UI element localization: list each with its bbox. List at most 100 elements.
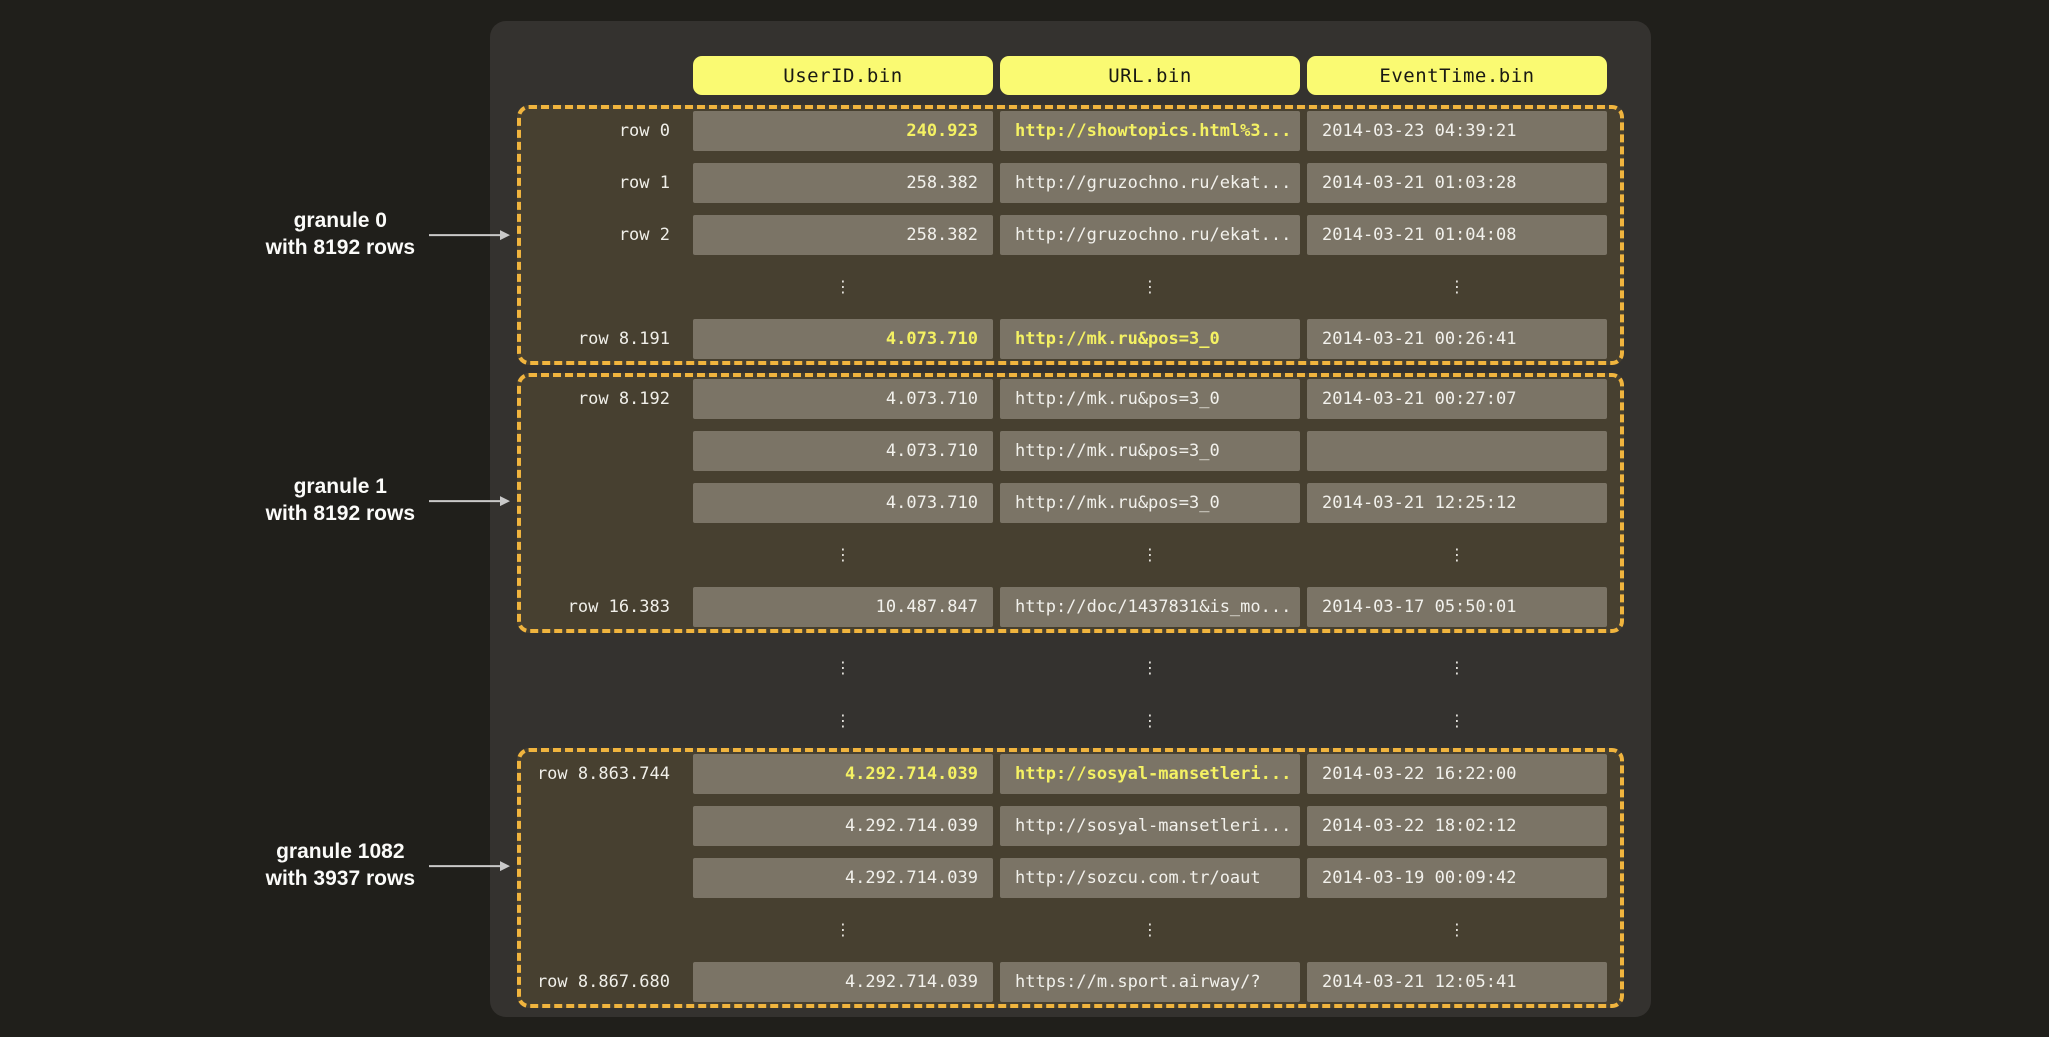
row-label: row 2 (521, 215, 686, 255)
row-label (521, 858, 686, 898)
column-header-url: URL.bin (1000, 56, 1300, 95)
column-header-userid: UserID.bin (693, 56, 993, 95)
cell-userid: 10.487.847 (693, 587, 993, 627)
ellipsis-row: ⋮ ⋮ ⋮ (521, 267, 1620, 307)
granule-1082-caption: granule 1082 with 3937 rows (266, 839, 415, 893)
cell-userid: 4.073.710 (693, 379, 993, 419)
granule-size: with 8192 rows (266, 501, 415, 528)
cell-url: http://mk.ru&pos=3_0 (1000, 431, 1300, 471)
cell-eventtime: 2014-03-21 01:03:28 (1307, 163, 1607, 203)
cell-url: http://mk.ru&pos=3_0 (1000, 483, 1300, 523)
ellipsis-icon: ⋮ (693, 701, 993, 741)
row-label: row 8.863.744 (521, 754, 686, 794)
row-label (521, 535, 686, 575)
row-label: row 8.191 (521, 319, 686, 359)
ellipsis-icon: ⋮ (1307, 910, 1607, 950)
panel-content: UserID.bin URL.bin EventTime.bin row 0 2… (517, 56, 1629, 1016)
ellipsis-row: ⋮ ⋮ ⋮ (521, 910, 1620, 950)
ellipsis-row: ⋮ ⋮ ⋮ (521, 648, 1629, 688)
table-row: row 16.383 10.487.847 http://doc/1437831… (521, 587, 1620, 627)
cell-eventtime: 2014-03-17 05:50:01 (1307, 587, 1607, 627)
row-label: row 8.192 (521, 379, 686, 419)
row-label (521, 806, 686, 846)
ellipsis-icon: ⋮ (1000, 648, 1300, 688)
ellipsis-icon: ⋮ (1000, 535, 1300, 575)
table-row: row 1 258.382 http://gruzochno.ru/ekat..… (521, 163, 1620, 203)
cell-userid: 4.292.714.039 (693, 858, 993, 898)
ellipsis-icon: ⋮ (1307, 535, 1607, 575)
granule-0-label: granule 0 with 8192 rows (0, 208, 517, 262)
omitted-granules: ⋮ ⋮ ⋮ ⋮ ⋮ ⋮ (521, 641, 1629, 748)
cell-userid: 4.292.714.039 (693, 754, 993, 794)
row-label (521, 910, 686, 950)
granule-size: with 8192 rows (266, 235, 415, 262)
granule-name: granule 1 (266, 474, 415, 501)
table-row: row 8.867.680 4.292.714.039 https://m.sp… (521, 962, 1620, 1002)
table-row: 4.073.710 http://mk.ru&pos=3_0 (521, 431, 1620, 471)
column-header-eventtime: EventTime.bin (1307, 56, 1607, 95)
cell-url: http://mk.ru&pos=3_0 (1000, 379, 1300, 419)
cell-userid: 4.292.714.039 (693, 806, 993, 846)
ellipsis-row: ⋮ ⋮ ⋮ (521, 701, 1629, 741)
table-row: 4.073.710 http://mk.ru&pos=3_0 2014-03-2… (521, 483, 1620, 523)
row-label: row 0 (521, 111, 686, 151)
cell-url: http://sosyal-mansetleri... (1000, 806, 1300, 846)
cell-url: http://doc/1437831&is_mo... (1000, 587, 1300, 627)
cell-eventtime: 2014-03-21 00:26:41 (1307, 319, 1607, 359)
ellipsis-icon: ⋮ (1307, 701, 1607, 741)
cell-eventtime: 2014-03-22 16:22:00 (1307, 754, 1607, 794)
cell-eventtime: 2014-03-21 12:05:41 (1307, 962, 1607, 1002)
ellipsis-icon: ⋮ (693, 267, 993, 307)
granule-0-caption: granule 0 with 8192 rows (266, 208, 415, 262)
row-label: row 8.867.680 (521, 962, 686, 1002)
cell-eventtime: 2014-03-19 00:09:42 (1307, 858, 1607, 898)
cell-url: https://m.sport.airway/? (1000, 962, 1300, 1002)
cell-userid: 258.382 (693, 163, 993, 203)
granule-name: granule 0 (266, 208, 415, 235)
cell-url: http://sozcu.com.tr/oaut (1000, 858, 1300, 898)
row-label (521, 431, 686, 471)
ellipsis-icon: ⋮ (1000, 910, 1300, 950)
table-row: row 8.191 4.073.710 http://mk.ru&pos=3_0… (521, 319, 1620, 359)
arrow-right-icon (429, 494, 511, 508)
cell-eventtime: 2014-03-21 01:04:08 (1307, 215, 1607, 255)
table-row: row 2 258.382 http://gruzochno.ru/ekat..… (521, 215, 1620, 255)
row-label (521, 483, 686, 523)
granule-name: granule 1082 (266, 839, 415, 866)
header-spacer (521, 56, 686, 95)
column-headers: UserID.bin URL.bin EventTime.bin (521, 56, 1629, 95)
table-row: 4.292.714.039 http://sozcu.com.tr/oaut 2… (521, 858, 1620, 898)
table-row: 4.292.714.039 http://sosyal-mansetleri..… (521, 806, 1620, 846)
ellipsis-icon: ⋮ (693, 648, 993, 688)
table-row: row 8.192 4.073.710 http://mk.ru&pos=3_0… (521, 379, 1620, 419)
granule-1082-box: row 8.863.744 4.292.714.039 http://sosya… (517, 748, 1624, 1008)
cell-eventtime: 2014-03-21 00:27:07 (1307, 379, 1607, 419)
row-label: row 1 (521, 163, 686, 203)
cell-url: http://mk.ru&pos=3_0 (1000, 319, 1300, 359)
diagram-canvas: UserID.bin URL.bin EventTime.bin row 0 2… (0, 0, 2049, 1037)
storage-panel: UserID.bin URL.bin EventTime.bin row 0 2… (490, 21, 1651, 1017)
granule-0-box: row 0 240.923 http://showtopics.html%3..… (517, 105, 1624, 365)
ellipsis-icon: ⋮ (693, 535, 993, 575)
cell-url: http://showtopics.html%3... (1000, 111, 1300, 151)
granule-1082-label: granule 1082 with 3937 rows (0, 839, 517, 893)
cell-eventtime (1307, 431, 1607, 471)
cell-userid: 4.073.710 (693, 319, 993, 359)
cell-eventtime: 2014-03-21 12:25:12 (1307, 483, 1607, 523)
cell-url: http://gruzochno.ru/ekat... (1000, 163, 1300, 203)
cell-userid: 4.073.710 (693, 431, 993, 471)
cell-url: http://sosyal-mansetleri... (1000, 754, 1300, 794)
arrow-right-icon (429, 228, 511, 242)
ellipsis-icon: ⋮ (693, 910, 993, 950)
granule-1-box: row 8.192 4.073.710 http://mk.ru&pos=3_0… (517, 373, 1624, 633)
row-label: row 16.383 (521, 587, 686, 627)
cell-eventtime: 2014-03-22 18:02:12 (1307, 806, 1607, 846)
cell-userid: 258.382 (693, 215, 993, 255)
granule-1-caption: granule 1 with 8192 rows (266, 474, 415, 528)
ellipsis-icon: ⋮ (1307, 267, 1607, 307)
cell-userid: 4.292.714.039 (693, 962, 993, 1002)
ellipsis-row: ⋮ ⋮ ⋮ (521, 535, 1620, 575)
cell-userid: 4.073.710 (693, 483, 993, 523)
granule-1-label: granule 1 with 8192 rows (0, 474, 517, 528)
granule-size: with 3937 rows (266, 866, 415, 893)
